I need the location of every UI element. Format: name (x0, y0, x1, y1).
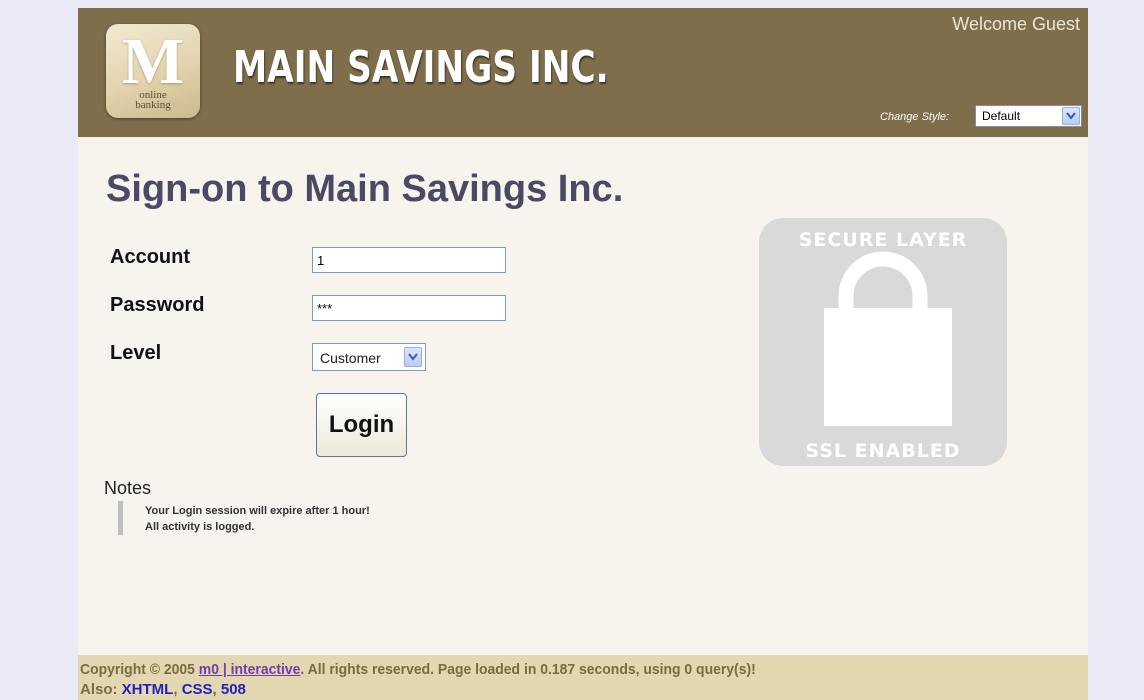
style-select[interactable]: Default (975, 105, 1082, 127)
xhtml-link[interactable]: XHTML (122, 681, 174, 698)
notes-title: Notes (104, 478, 152, 498)
page-container: M online banking MAIN SAVINGS INC. Welco… (78, 8, 1088, 700)
site-header: M online banking MAIN SAVINGS INC. Welco… (78, 8, 1088, 137)
508-link[interactable]: 508 (221, 681, 246, 698)
password-label: Password (110, 294, 205, 316)
account-input[interactable] (312, 247, 506, 273)
note-item: Your Login session will expire after 1 h… (145, 505, 370, 517)
change-style-label: Change Style: (880, 111, 950, 123)
also-links: Also: XHTML, CSS, 508 (80, 681, 246, 698)
chevron-down-icon[interactable] (404, 347, 422, 367)
brand-name: MAIN SAVINGS INC. (233, 42, 609, 93)
notes-quote-bar (118, 501, 123, 535)
also-label: Also: (80, 681, 122, 698)
account-label: Account (110, 246, 190, 268)
ssl-bottom-text: SSL ENABLED (805, 440, 960, 462)
link-separator: , (212, 681, 221, 698)
css-link[interactable]: CSS (182, 681, 213, 698)
copyright-text: Copyright © 2005 m0 | interactive. All r… (80, 661, 756, 678)
password-input[interactable] (312, 295, 506, 321)
welcome-message: Welcome Guest (952, 14, 1080, 34)
chevron-down-icon[interactable] (1062, 107, 1080, 125)
ssl-badge: SECURE LAYER SSL ENABLED (759, 218, 1007, 466)
copyright-suffix: . All rights reserved. Page loaded in 0.… (300, 661, 756, 678)
notes-list: Your Login session will expire after 1 h… (145, 503, 370, 535)
ssl-top-text: SECURE LAYER (799, 229, 968, 251)
login-button[interactable]: Login (316, 393, 407, 457)
page-title: Sign-on to Main Savings Inc. (106, 168, 624, 210)
site-footer: Copyright © 2005 m0 | interactive. All r… (78, 655, 1088, 700)
style-select-value: Default (982, 109, 1021, 123)
logo-subtitle: online banking (135, 89, 171, 111)
copyright-prefix: Copyright © 2005 (80, 661, 199, 678)
level-select[interactable]: Customer (312, 343, 426, 371)
company-link[interactable]: m0 | interactive (199, 661, 301, 678)
bank-logo[interactable]: M online banking (106, 24, 200, 118)
note-item: All activity is logged. (145, 521, 255, 533)
level-label: Level (110, 342, 162, 364)
link-separator: , (173, 681, 182, 698)
level-select-value: Customer (320, 350, 381, 366)
